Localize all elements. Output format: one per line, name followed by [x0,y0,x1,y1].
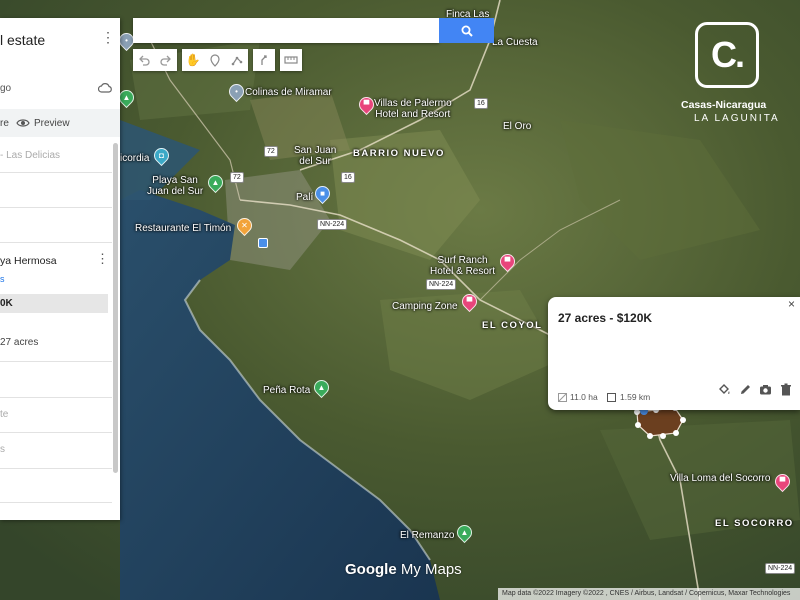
cloud-saved-icon [98,83,112,93]
place-label: icordia [120,153,150,164]
place-label: Camping Zone [392,301,458,312]
selected-feature-row[interactable] [0,294,108,313]
undo-button[interactable] [133,49,155,71]
redo-icon [160,55,171,66]
divider [0,172,112,173]
place-label: El Oro [503,121,532,132]
place-label: San Juan del Sur [294,145,337,167]
map-subtitle: go [0,83,12,94]
redo-button[interactable] [155,49,177,71]
more-options-icon[interactable]: ⋮ [101,30,115,44]
paint-bucket-icon[interactable] [718,383,731,396]
selected-feature-label: 0K [0,298,13,309]
brand-name: Casas-Nicaragua [681,99,767,111]
road-shield: NN-224 [317,219,348,230]
search-input[interactable] [133,18,439,43]
map-attribution[interactable]: Map data ©2022 Imagery ©2022 , CNES / Ai… [498,588,800,600]
info-title: 27 acres - $120K [558,311,653,325]
measure-button[interactable] [280,49,302,71]
road-shield: 16 [474,98,488,109]
divider [0,207,112,208]
logo-letter: C. [711,34,745,75]
hand-icon: ✋ [185,53,201,67]
edit-pencil-icon[interactable] [739,383,752,396]
divider [0,502,112,503]
camera-icon[interactable] [759,383,772,396]
layer-title[interactable]: ya Hermosa [0,255,57,267]
marker-icon [210,53,220,67]
feature-info-window: 27 acres - $120K × 11.0 ha 1.59 km [548,297,800,410]
place-label: Villa Loma del Socorro [670,473,771,484]
road-shield: 72 [264,146,278,157]
divider [0,242,112,243]
draw-line-icon [231,56,243,66]
feature-acres-label[interactable]: 27 acres [0,337,38,348]
bus-stop-icon[interactable] [258,238,268,248]
place-label: Villas de Palermo Hotel and Resort [374,98,452,120]
undo-redo-group [133,49,177,71]
directions-icon [261,55,267,65]
road-shield: 72 [230,172,244,183]
place-label: Colinas de Miramar [245,87,332,98]
area-value: 11.0 ha [570,392,598,402]
divider [0,361,112,362]
tools-group: ✋ [182,49,248,71]
search-icon [461,25,473,37]
map-toolbar: ✋ [133,49,302,71]
brand-tagline: LA LAGUNITA [694,113,780,124]
perimeter-icon [607,393,616,402]
layer-name[interactable]: - Las Delicias [0,150,60,161]
place-label: EL COYOL [482,320,543,331]
divider [0,468,112,469]
area-icon [558,393,567,402]
place-label: Palí [296,192,314,203]
place-label: El Remanzo [400,530,455,541]
place-label: BARRIO NUEVO [353,148,445,159]
road-shield: NN-224 [426,279,457,290]
google-my-maps-watermark: Google My Maps [345,561,462,578]
place-label: EL SOCORRO [715,518,794,529]
map-legend-panel: l estate ⋮ go re Preview - Las Delicias … [0,18,120,520]
close-icon[interactable]: × [788,297,795,311]
perimeter-value: 1.59 km [620,392,651,402]
measure-group [280,49,302,71]
undo-icon [139,55,150,66]
preview-button[interactable]: Preview [34,118,70,129]
directions-group [253,49,275,71]
ruler-icon [284,56,298,64]
eye-icon [16,119,30,127]
google-wordmark: Google [345,561,397,578]
share-button[interactable]: re [0,118,9,129]
pan-hand-button[interactable]: ✋ [182,49,204,71]
place-label: Restaurante El Timón [135,223,232,234]
place-label: Peña Rota [263,385,311,396]
logo-mark: C. [695,22,759,88]
divider [0,397,112,398]
draw-line-button[interactable] [226,49,248,71]
panel-scrollbar[interactable] [113,143,118,473]
place-label: La Cuesta [492,37,538,48]
add-marker-button[interactable] [204,49,226,71]
search-button[interactable] [439,18,494,43]
layer-item[interactable]: s [0,444,5,455]
layer-item[interactable]: te [0,409,8,420]
directions-button[interactable] [253,49,275,71]
road-shield: NN-224 [765,563,796,574]
mymaps-wordmark: My Maps [396,561,462,578]
divider [0,432,112,433]
map-title[interactable]: l estate [0,32,45,48]
place-label: Playa San Juan del Sur [147,175,204,197]
layer-options-icon[interactable]: ⋮ [96,252,109,265]
road-shield: 16 [341,172,355,183]
place-label: Surf Ranch Hotel & Resort [430,255,496,277]
layer-style-link[interactable]: s [0,274,5,284]
trash-icon[interactable] [780,383,792,396]
